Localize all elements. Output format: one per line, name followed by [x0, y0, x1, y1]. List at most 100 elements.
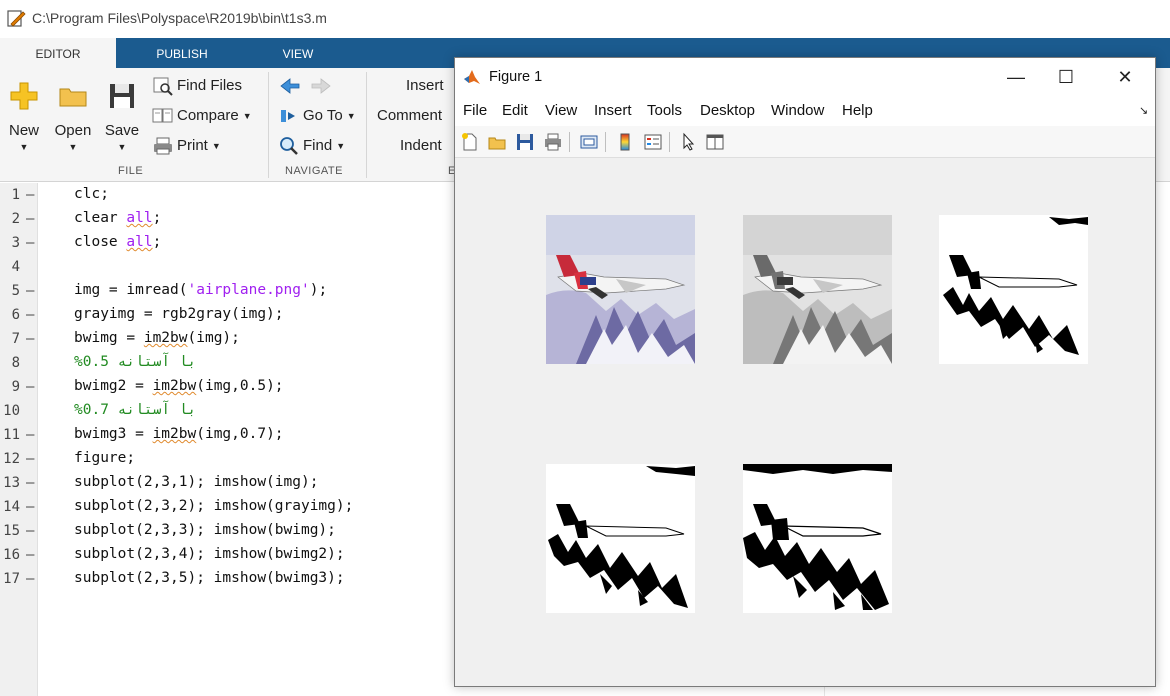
menu-desktop[interactable]: Desktop — [700, 102, 755, 119]
ribbon-separator — [268, 72, 269, 178]
code-line[interactable]: bwimg2 = im2bw(img,0.5); — [74, 378, 284, 394]
breakpoint-marker[interactable]: – — [26, 571, 34, 587]
menu-file[interactable]: File — [463, 102, 487, 119]
menu-view[interactable]: View — [545, 102, 577, 119]
compare-button[interactable]: Compare ▼ — [152, 104, 252, 128]
dock-arrow-icon[interactable]: ↘ — [1139, 104, 1148, 117]
print-figure-icon[interactable] — [543, 132, 563, 152]
figure-toolbar — [455, 126, 1155, 158]
code-line[interactable]: subplot(2,3,4); imshow(bwimg2); — [74, 546, 345, 562]
line-number: 6 — [11, 307, 20, 323]
find-files-label: Find Files — [177, 77, 243, 94]
breakpoint-marker[interactable]: – — [26, 451, 34, 467]
insert-label: Insert — [406, 77, 444, 94]
chevron-down-icon: ▼ — [19, 142, 29, 152]
floppy-disk-icon — [110, 84, 134, 108]
open-button[interactable]: Open ▼ — [51, 74, 95, 156]
menu-insert[interactable]: Insert — [594, 102, 632, 119]
print-button[interactable]: Print ▼ — [152, 134, 221, 158]
new-button[interactable]: New ▼ — [2, 74, 46, 156]
toolbar-separator — [569, 132, 570, 152]
find-files-button[interactable]: Find Files — [152, 74, 242, 98]
matlab-logo-icon — [464, 70, 480, 84]
code-line[interactable]: subplot(2,3,5); imshow(bwimg3); — [74, 570, 345, 586]
code-line[interactable]: subplot(2,3,3); imshow(bwimg); — [74, 522, 336, 538]
code-line[interactable]: clear all; — [74, 210, 161, 226]
code-line[interactable]: subplot(2,3,1); imshow(img); — [74, 474, 318, 490]
insert-colorbar-icon[interactable] — [615, 132, 635, 152]
breakpoint-marker[interactable]: – — [26, 331, 34, 347]
code-line[interactable]: clc; — [74, 186, 109, 202]
breakpoint-marker[interactable]: – — [26, 379, 34, 395]
back-arrow-icon[interactable] — [278, 76, 302, 96]
find-button[interactable]: Find ▼ — [278, 134, 345, 158]
figure-titlebar[interactable]: Figure 1 — ☐ ✕ — [455, 58, 1155, 96]
tab-view[interactable]: VIEW — [248, 38, 348, 68]
code-line[interactable]: grayimg = rgb2gray(img); — [74, 306, 284, 322]
open-file-icon[interactable] — [487, 132, 507, 152]
new-plus-icon — [10, 82, 38, 110]
code-line[interactable]: img = imread('airplane.png'); — [74, 282, 327, 298]
breakpoint-marker[interactable]: – — [26, 235, 34, 251]
insert-button[interactable]: Insert — [406, 74, 444, 98]
menu-help[interactable]: Help — [842, 102, 873, 119]
save-button[interactable]: Save ▼ — [100, 74, 144, 156]
code-line[interactable]: subplot(2,3,2); imshow(grayimg); — [74, 498, 353, 514]
line-number: 11 — [3, 427, 20, 443]
subplot-3-binary-image[interactable] — [939, 215, 1088, 364]
comment-button[interactable]: Comment — [377, 104, 442, 128]
menu-window[interactable]: Window — [771, 102, 824, 119]
find-label: Find — [303, 137, 333, 154]
link-plot-icon[interactable] — [579, 132, 599, 152]
code-line[interactable]: %با آستانه 0.7 — [74, 402, 196, 418]
edit-plot-icon[interactable] — [679, 132, 699, 152]
breakpoint-marker[interactable]: – — [26, 211, 34, 227]
editor-file-icon — [7, 10, 26, 27]
minimize-button[interactable]: — — [991, 58, 1041, 96]
code-line[interactable]: figure; — [74, 450, 135, 466]
breakpoint-marker[interactable]: – — [26, 523, 34, 539]
code-line[interactable]: close all; — [74, 234, 161, 250]
breakpoint-marker[interactable]: – — [26, 427, 34, 443]
find-files-icon — [153, 77, 173, 96]
menu-tools[interactable]: Tools — [647, 102, 682, 119]
folder-icon — [59, 88, 87, 107]
comment-label: Comment — [377, 107, 443, 124]
magnifier-icon — [280, 137, 298, 155]
insert-legend-icon[interactable] — [643, 132, 663, 152]
window-title: C:\Program Files\Polyspace\R2019b\bin\t1… — [32, 10, 327, 26]
code-line[interactable]: bwimg = im2bw(img); — [74, 330, 240, 346]
back-forward-buttons[interactable] — [278, 74, 336, 98]
breakpoint-marker[interactable]: – — [26, 499, 34, 515]
chevron-down-icon: ▼ — [211, 141, 221, 152]
forward-arrow-icon[interactable] — [309, 76, 333, 96]
indent-button[interactable]: Indent — [400, 134, 442, 158]
open-label: Open — [54, 122, 92, 139]
breakpoint-marker[interactable]: – — [26, 187, 34, 203]
subplot-1-color-image[interactable] — [546, 215, 695, 364]
tab-editor[interactable]: EDITOR — [0, 38, 116, 68]
subplot-5-binary-threshold-07[interactable] — [743, 464, 892, 613]
subplot-4-binary-threshold-05[interactable] — [546, 464, 695, 613]
menu-edit[interactable]: Edit — [502, 102, 528, 119]
tab-publish[interactable]: PUBLISH — [124, 38, 240, 68]
breakpoint-marker[interactable]: – — [26, 547, 34, 563]
new-figure-icon[interactable] — [460, 132, 480, 152]
figure-title: Figure 1 — [489, 69, 543, 85]
code-line[interactable]: %با آستانه 0.5 — [74, 354, 196, 370]
line-number: 13 — [3, 475, 20, 491]
code-line[interactable]: bwimg3 = im2bw(img,0.7); — [74, 426, 284, 442]
line-number: 5 — [11, 283, 20, 299]
chevron-down-icon: ▼ — [242, 111, 252, 122]
breakpoint-marker[interactable]: – — [26, 475, 34, 491]
close-button[interactable]: ✕ — [1100, 58, 1150, 96]
navigate-group-label: NAVIGATE — [285, 165, 343, 177]
maximize-button[interactable]: ☐ — [1041, 58, 1091, 96]
property-inspector-icon[interactable] — [705, 132, 725, 152]
subplot-2-grayscale-image[interactable] — [743, 215, 892, 364]
go-to-button[interactable]: Go To ▼ — [278, 104, 356, 128]
breakpoint-marker[interactable]: – — [26, 307, 34, 323]
figure-window[interactable]: Figure 1 — ☐ ✕ File Edit View Insert Too… — [454, 57, 1156, 687]
breakpoint-marker[interactable]: – — [26, 283, 34, 299]
save-figure-icon[interactable] — [515, 132, 535, 152]
